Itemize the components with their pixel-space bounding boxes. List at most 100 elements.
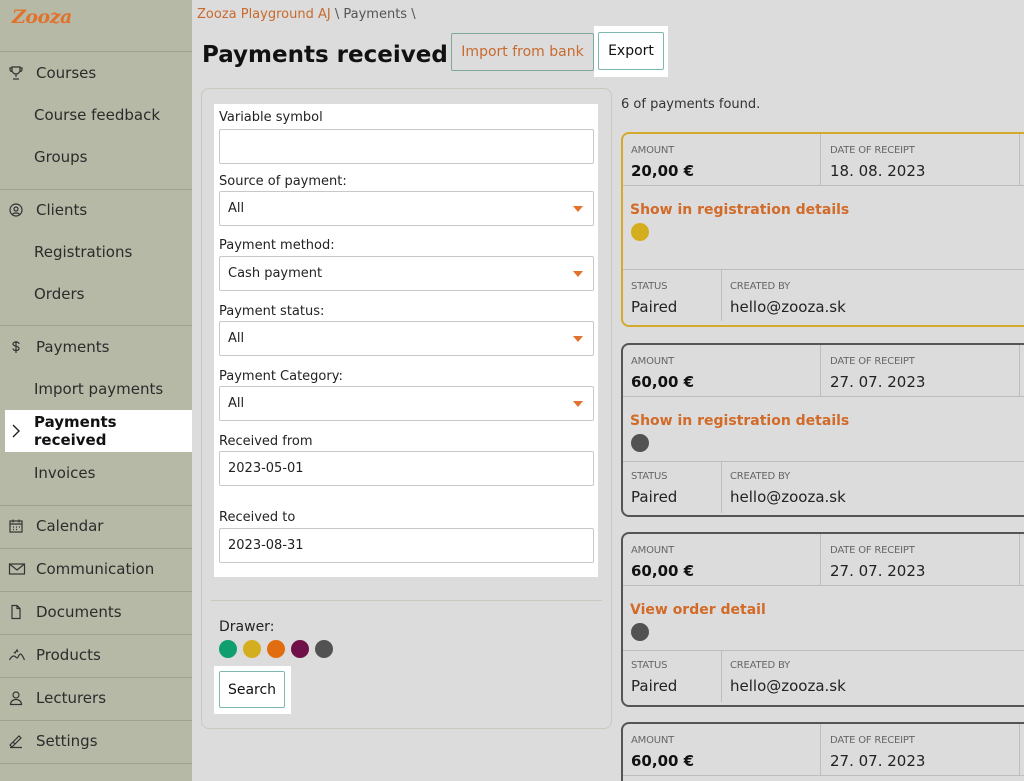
variable-symbol-label: Variable symbol (219, 110, 323, 125)
envelope-icon (0, 561, 36, 577)
breadcrumb: Zooza Playground AJ \ Payments \ (197, 7, 416, 22)
card-divider (820, 724, 821, 776)
drawer-label: Drawer: (219, 619, 275, 635)
payment-card[interactable]: AMOUNT 60,00 € DATE OF RECEIPT 27. 07. 2… (621, 722, 1024, 781)
drawer-color-orange[interactable] (267, 640, 285, 658)
import-from-bank-button[interactable]: Import from bank (451, 33, 594, 71)
sidebar-item-invoices[interactable]: Invoices (0, 452, 192, 494)
date-label: DATE OF RECEIPT (830, 356, 915, 367)
breadcrumb-separator: \ (334, 7, 340, 22)
sidebar-item-communication[interactable]: Communication (0, 548, 192, 590)
sidebar-item-label: Course feedback (34, 106, 161, 124)
chevron-right-icon (11, 423, 21, 443)
received-to-label: Received to (219, 510, 296, 525)
status-value: Paired (631, 677, 678, 695)
sidebar-item-label: Courses (36, 64, 97, 82)
page-title: Payments received (202, 42, 448, 68)
sidebar-item-clients[interactable]: Clients (0, 189, 192, 231)
payment-card[interactable]: AMOUNT 60,00 € DATE OF RECEIPT 27. 07. 2… (621, 532, 1024, 707)
drawer-color-green[interactable] (219, 640, 237, 658)
payment-card[interactable]: AMOUNT 60,00 € DATE OF RECEIPT 27. 07. 2… (621, 343, 1024, 517)
amount-value: 20,00 € (631, 162, 695, 180)
users-icon (0, 202, 36, 218)
sidebar-item-settings[interactable]: Settings (0, 720, 192, 762)
payment-method-select[interactable]: Cash payment (219, 256, 594, 291)
amount-value: 60,00 € (631, 752, 695, 770)
document-icon (0, 604, 36, 620)
settings-icon (0, 733, 36, 749)
zooza-logo[interactable]: Zooza (12, 6, 72, 28)
sidebar-item-registrations[interactable]: Registrations (0, 231, 192, 273)
sidebar-item-label: Communication (36, 560, 155, 578)
amount-label: AMOUNT (631, 356, 675, 367)
date-label: DATE OF RECEIPT (830, 545, 915, 556)
sidebar-item-products[interactable]: Products (0, 634, 192, 676)
card-divider (820, 345, 821, 397)
source-of-payment-label: Source of payment: (219, 174, 347, 189)
status-label: STATUS (631, 471, 668, 482)
sidebar-item-course-feedback[interactable]: Course feedback (0, 94, 192, 136)
created-by-value: hello@zooza.sk (730, 488, 846, 506)
breadcrumb-org-link[interactable]: Zooza Playground AJ (197, 7, 331, 22)
breadcrumb-page[interactable]: Payments (343, 7, 407, 22)
status-label: STATUS (631, 660, 668, 671)
received-to-input[interactable]: 2023-08-31 (219, 528, 594, 563)
payment-status-select[interactable]: All (219, 321, 594, 356)
sidebar-item-calendar[interactable]: Calendar (0, 505, 192, 547)
card-divider (1019, 345, 1020, 397)
show-registration-details-link[interactable]: Show in registration details (630, 413, 849, 429)
payment-category-select[interactable]: All (219, 386, 594, 421)
sidebar-item-label: Orders (34, 285, 85, 303)
date-value: 27. 07. 2023 (830, 373, 926, 391)
sidebar-item-label: Groups (34, 148, 88, 166)
sidebar-item-label: Settings (36, 732, 98, 750)
show-registration-details-link[interactable]: Show in registration details (630, 202, 849, 218)
drawer-dot (631, 434, 649, 452)
person-icon (0, 690, 36, 706)
sidebar-item-payments-received[interactable]: Payments received (5, 410, 192, 452)
caret-down-icon (573, 401, 583, 407)
drawer-color-gray[interactable] (315, 640, 333, 658)
caret-down-icon (573, 271, 583, 277)
sidebar-item-groups[interactable]: Groups (0, 136, 192, 178)
sidebar-item-documents[interactable]: Documents (0, 591, 192, 633)
select-value: All (228, 396, 245, 411)
results-count: 6 of payments found. (621, 97, 761, 112)
sidebar-item-label: Calendar (36, 517, 104, 535)
sidebar-divider (0, 763, 192, 764)
card-divider (1019, 134, 1020, 186)
payment-card[interactable]: AMOUNT 20,00 € DATE OF RECEIPT 18. 08. 2… (621, 132, 1024, 327)
drawer-color-yellow[interactable] (243, 640, 261, 658)
select-value: All (228, 331, 245, 346)
status-value: Paired (631, 488, 678, 506)
sidebar-item-import-payments[interactable]: Import payments (0, 368, 192, 410)
source-of-payment-select[interactable]: All (219, 191, 594, 226)
created-by-label: CREATED BY (730, 660, 791, 671)
sidebar-item-lecturers[interactable]: Lecturers (0, 677, 192, 719)
sidebar-item-payments[interactable]: Payments (0, 326, 192, 368)
status-label: STATUS (631, 281, 668, 292)
sidebar-item-label: Import payments (34, 380, 164, 398)
export-button-highlight: Export (594, 26, 668, 77)
sidebar-item-orders[interactable]: Orders (0, 273, 192, 315)
card-divider (820, 534, 821, 586)
sidebar-item-courses[interactable]: Courses (0, 52, 192, 94)
export-button[interactable]: Export (598, 32, 664, 70)
received-from-input[interactable]: 2023-05-01 (219, 451, 594, 486)
created-by-label: CREATED BY (730, 281, 791, 292)
date-value: 27. 07. 2023 (830, 752, 926, 770)
card-divider (721, 650, 722, 702)
amount-label: AMOUNT (631, 735, 675, 746)
drawer-color-purple[interactable] (291, 640, 309, 658)
date-label: DATE OF RECEIPT (830, 735, 915, 746)
sidebar-item-label: Clients (36, 201, 88, 219)
card-divider (721, 269, 722, 321)
search-button[interactable]: Search (219, 671, 285, 708)
products-icon (0, 647, 36, 663)
variable-symbol-input[interactable] (219, 129, 594, 164)
caret-down-icon (573, 336, 583, 342)
amount-label: AMOUNT (631, 545, 675, 556)
select-value: Cash payment (228, 266, 323, 281)
view-order-detail-link[interactable]: View order detail (630, 602, 766, 618)
sidebar: Zooza Courses Course feedback Groups Cli… (0, 0, 192, 781)
